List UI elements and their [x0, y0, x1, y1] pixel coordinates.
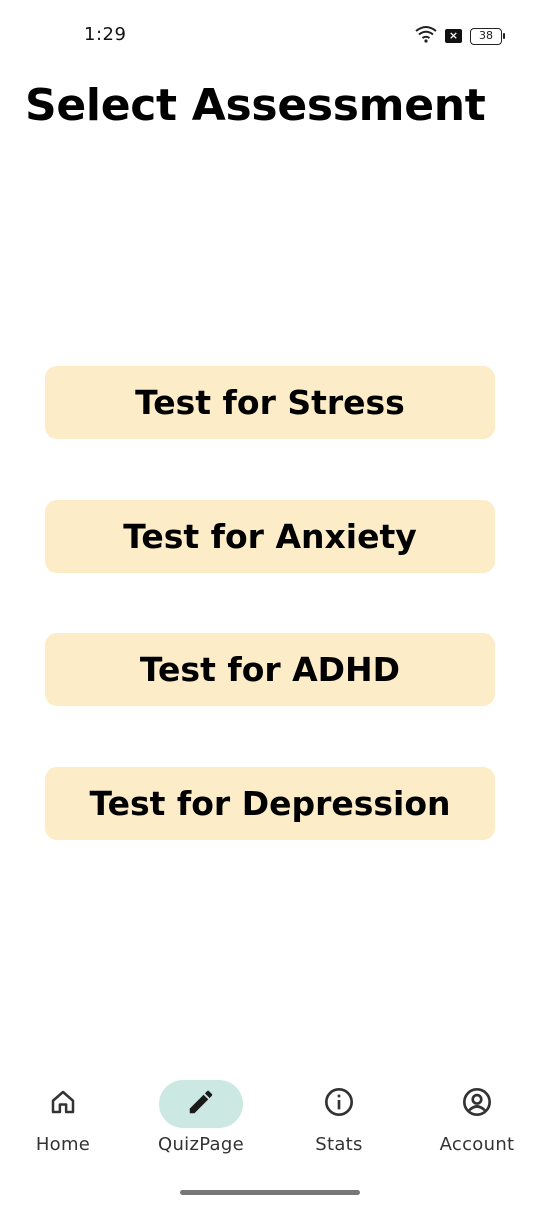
nav-label-stats: Stats	[315, 1134, 363, 1155]
test-stress-button[interactable]: Test for Stress	[45, 366, 495, 439]
account-circle-icon	[461, 1086, 493, 1122]
nav-icon-wrap	[297, 1080, 381, 1128]
status-bar: 1:29 × 38	[0, 0, 540, 70]
bottom-nav: Home QuizPage Stats Account	[0, 1070, 540, 1206]
nav-icon-wrap	[21, 1080, 105, 1128]
nav-label-quizpage: QuizPage	[157, 1134, 244, 1155]
home-icon	[48, 1087, 78, 1121]
test-anxiety-button[interactable]: Test for Anxiety	[45, 500, 495, 573]
notification-x-icon: ×	[445, 29, 462, 43]
page-title: Select Assessment	[25, 80, 486, 131]
wifi-icon	[415, 25, 437, 47]
nav-label-home: Home	[35, 1134, 91, 1155]
screen: 1:29 × 38 Select Assessment Test for Str…	[0, 0, 540, 1206]
nav-icon-wrap	[159, 1080, 243, 1128]
nav-item-home[interactable]: Home	[3, 1080, 123, 1155]
home-indicator[interactable]	[180, 1190, 360, 1195]
status-icons: × 38	[415, 25, 505, 47]
nav-label-account: Account	[439, 1134, 515, 1155]
test-adhd-button[interactable]: Test for ADHD	[45, 633, 495, 706]
battery-icon: 38	[470, 27, 505, 45]
nav-item-account[interactable]: Account	[417, 1080, 537, 1155]
nav-item-stats[interactable]: Stats	[279, 1080, 399, 1155]
status-time: 1:29	[84, 24, 127, 45]
nav-icon-wrap	[435, 1080, 519, 1128]
pencil-icon	[186, 1087, 216, 1121]
info-icon	[323, 1086, 355, 1122]
test-depression-button[interactable]: Test for Depression	[45, 767, 495, 840]
nav-item-quizpage[interactable]: QuizPage	[141, 1080, 261, 1155]
